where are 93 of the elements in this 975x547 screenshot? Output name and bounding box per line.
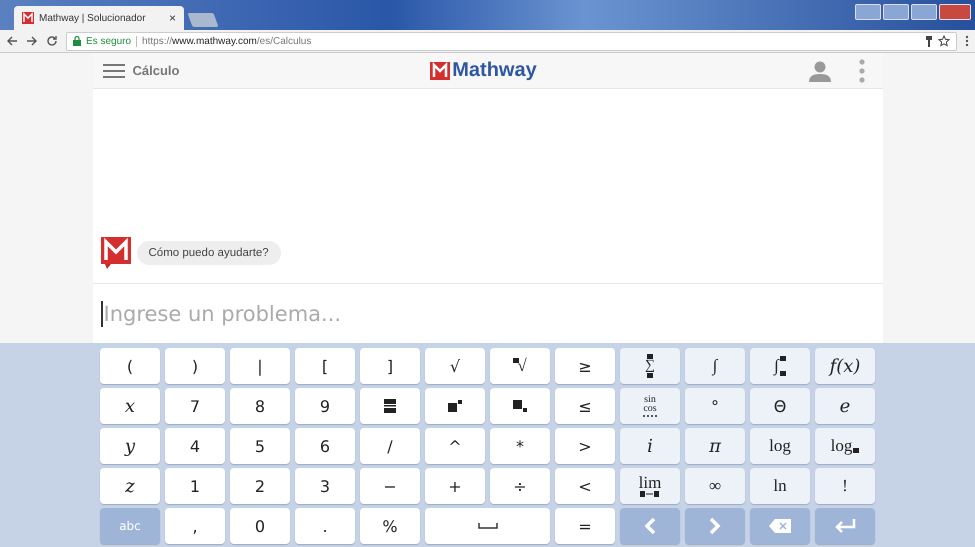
subscript-icon [513,400,527,412]
section-title[interactable]: Cálculo [132,63,180,78]
keyboard-key[interactable]: sin cos [620,388,680,424]
keyboard-key[interactable]: ( [100,348,160,384]
keyboard-key[interactable]: 1 [165,468,225,504]
browser-tab[interactable]: Mathway | Solucionador × [14,6,184,30]
menu-icon[interactable] [102,64,124,78]
keyboard-key[interactable]: − [360,468,420,504]
address-bar[interactable]: Es seguro https://www.mathway.com/es/Calculus [66,32,957,50]
close-tab-button[interactable]: × [168,11,176,25]
keyboard-key[interactable]: e [815,388,875,424]
keyboard-key[interactable]: ∫ [750,348,810,384]
chevron-right-icon [709,517,721,535]
avatar-icon [100,237,130,269]
user-icon[interactable] [808,60,830,82]
keyboard-key[interactable]: ÷ [490,468,550,504]
keyboard-key[interactable]: . [295,508,355,544]
keyboard-key[interactable]: = [555,508,615,544]
cursor-right-key[interactable] [685,508,745,544]
keyboard-key[interactable]: ≤ [555,388,615,424]
keyboard-key[interactable]: z [100,468,160,504]
keyboard-key[interactable]: 7 [165,388,225,424]
keyboard-key[interactable]: | [230,348,290,384]
keyboard-key[interactable]: log [815,428,875,464]
keyboard-key[interactable]: f(x) [815,348,875,384]
backspace-key[interactable] [750,508,810,544]
keyboard-key[interactable]: 2 [230,468,290,504]
keyboard-key[interactable]: 5 [230,428,290,464]
keyboard-key[interactable]: ∑ [620,348,680,384]
enter-key[interactable] [815,508,875,544]
keyboard-key[interactable]: + [425,468,485,504]
keyboard-key[interactable]: 0 [230,508,290,544]
keyboard-key[interactable]: * [490,428,550,464]
enter-icon [834,519,856,533]
keyboard-key[interactable]: [ [295,348,355,384]
keyboard-key[interactable]: 6 [295,428,355,464]
exponent-icon [448,400,462,412]
limit-arrow-icon [640,490,660,496]
reload-icon[interactable] [46,35,58,47]
keyboard-key[interactable]: log [750,428,810,464]
chevron-left-icon [644,517,656,535]
keyboard-key[interactable]: > [555,428,615,464]
keyboard-key[interactable]: , [165,508,225,544]
keyboard-key[interactable]: ∞ [685,468,745,504]
menu-icon[interactable] [965,35,969,47]
profile-button[interactable] [855,4,881,20]
keyboard-key[interactable]: 8 [230,388,290,424]
lock-icon [73,36,81,46]
keyboard-key[interactable]: x [100,388,160,424]
keyboard-key[interactable]: ! [815,468,875,504]
keyboard-key[interactable]: < [555,468,615,504]
new-tab-button[interactable] [187,13,219,27]
more-options-icon[interactable] [858,58,864,82]
space-icon [478,523,498,529]
chat-message: Cómo puedo ayudarte? [136,241,281,265]
keyboard-key[interactable]: y [100,428,160,464]
star-icon[interactable] [938,35,950,47]
logo-icon [22,12,34,24]
keyboard-key[interactable]: ° [685,388,745,424]
key-icon[interactable] [925,36,933,46]
exponent-key[interactable] [425,388,485,424]
keyboard-key[interactable]: 3 [295,468,355,504]
keyboard-key[interactable]: ∫ [685,348,745,384]
keyboard-key[interactable]: % [360,508,420,544]
cursor-left-key[interactable] [620,508,680,544]
security-label: Es seguro [86,36,132,46]
fraction-icon [384,399,396,413]
close-window-button[interactable] [939,4,971,20]
keyboard-key[interactable]: lim [620,468,680,504]
keyboard-key[interactable]: ln [750,468,810,504]
keyboard-key[interactable]: π [685,428,745,464]
keyboard-key[interactable]: ) [165,348,225,384]
fraction-key[interactable] [360,388,420,424]
keyboard-key[interactable]: ^ [425,428,485,464]
tab-title: Mathway | Solucionador [39,12,147,24]
keyboard-key[interactable]: / [360,428,420,464]
keyboard-key[interactable]: ] [360,348,420,384]
keyboard-key[interactable]: 4 [165,428,225,464]
back-icon[interactable] [6,35,18,47]
forward-icon[interactable] [26,35,38,47]
keyboard-key[interactable]: i [620,428,680,464]
backspace-icon [769,519,791,533]
maximize-button[interactable] [911,4,937,20]
keyboard-key[interactable]: √ [425,348,485,384]
subscript-key[interactable] [490,388,550,424]
logo-text: Mathway [452,59,537,82]
minimize-button[interactable] [883,4,909,20]
logo-icon [430,62,450,80]
url-text: https://www.mathway.com/es/Calculus [142,36,312,46]
keyboard-key[interactable]: 9 [295,388,355,424]
keyboard-key[interactable]: √ [490,348,550,384]
keyboard-key[interactable]: Θ [750,388,810,424]
keyboard-key[interactable]: ≥ [555,348,615,384]
